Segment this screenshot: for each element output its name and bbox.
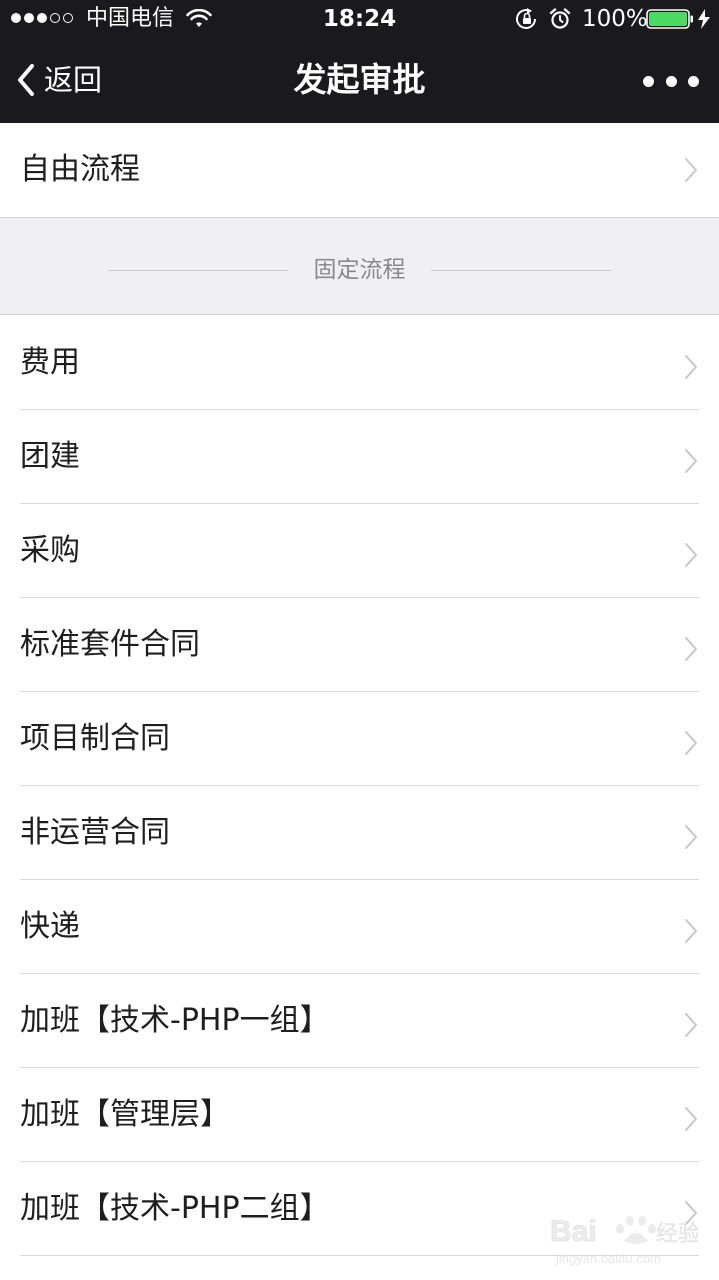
chevron-right-icon: [685, 825, 697, 849]
list-item[interactable]: 团建: [0, 410, 719, 504]
list-item-label: 非运营合同: [20, 815, 170, 850]
more-dots-icon: [643, 75, 654, 87]
chevron-right-icon: [685, 637, 697, 661]
charging-bolt-icon: [698, 9, 710, 29]
battery-percent: 100%: [582, 6, 648, 32]
list-item-label: 项目制合同: [20, 721, 170, 756]
list-item-label: 加班【管理层】: [20, 1097, 230, 1132]
list-item-label: 自由流程: [20, 152, 140, 187]
chevron-right-icon: [685, 731, 697, 755]
alarm-icon: [549, 8, 571, 29]
section-header: 固定流程: [0, 217, 719, 315]
row-divider: [20, 1255, 699, 1256]
chevron-right-icon: [685, 919, 697, 943]
section-title: 固定流程: [313, 257, 406, 283]
chevron-right-icon: [685, 543, 697, 567]
list-item-label: 采购: [20, 533, 80, 568]
chevron-right-icon: [685, 158, 697, 182]
list-item-label: 标准套件合同: [20, 627, 200, 662]
list-item[interactable]: 采购: [0, 504, 719, 598]
list-item-label: 快递: [20, 909, 80, 944]
chevron-right-icon: [685, 1013, 697, 1037]
list-item[interactable]: 加班【管理层】: [0, 1068, 719, 1162]
more-dots-icon: [688, 75, 699, 87]
list-item-label: 加班【技术-PHP一组】: [20, 1003, 330, 1038]
chevron-right-icon: [685, 355, 697, 379]
list-item-label: 团建: [20, 439, 80, 474]
status-bar: 中国电信 18:24 100%: [0, 0, 719, 38]
list-item[interactable]: 费用: [0, 316, 719, 410]
page-title: 发起审批: [293, 60, 426, 99]
divider: [431, 270, 611, 271]
list-item[interactable]: 项目制合同: [0, 692, 719, 786]
chevron-right-icon: [685, 1201, 697, 1225]
list-item[interactable]: 标准套件合同: [0, 598, 719, 692]
list-item[interactable]: 快递: [0, 880, 719, 974]
chevron-right-icon: [685, 449, 697, 473]
screen: 中国电信 18:24 100% 返回 发起审批 自由流程 固定流程 费用 团建 …: [0, 0, 719, 1280]
free-flow-row[interactable]: 自由流程: [0, 123, 719, 217]
list-item[interactable]: 加班【技术-PHP一组】: [0, 974, 719, 1068]
list-item[interactable]: 非运营合同: [0, 786, 719, 880]
rotation-lock-icon: [516, 8, 536, 29]
more-dots-icon: [665, 75, 677, 87]
more-options-button[interactable]: [643, 68, 699, 94]
list-item-label: 加班【技术-PHP二组】: [20, 1191, 330, 1226]
chevron-right-icon: [685, 1107, 697, 1131]
list-item-label: 费用: [20, 345, 80, 380]
battery-icon: [646, 9, 693, 29]
navigation-bar: 返回 发起审批: [0, 38, 719, 123]
list-item[interactable]: 加班【技术-PHP二组】: [0, 1162, 719, 1256]
